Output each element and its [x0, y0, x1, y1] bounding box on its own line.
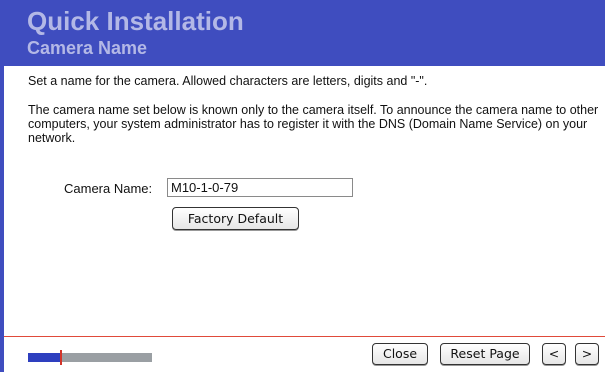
factory-default-button[interactable]: Factory Default [172, 207, 299, 230]
progress-fill [28, 353, 62, 362]
camera-name-label: Camera Name: [64, 181, 153, 196]
installation-wizard: Quick Installation Camera Name Set a nam… [0, 0, 605, 372]
reset-page-button[interactable]: Reset Page [440, 343, 530, 365]
instruction-text: Set a name for the camera. Allowed chara… [28, 74, 428, 88]
footer-separator [4, 336, 605, 337]
previous-button[interactable]: < [542, 343, 566, 365]
header-banner: Quick Installation Camera Name [4, 0, 605, 66]
camera-name-input[interactable] [167, 178, 353, 197]
dns-note-text: The camera name set below is known only … [28, 103, 599, 145]
next-button[interactable]: > [575, 343, 599, 365]
page-subtitle: Camera Name [27, 38, 148, 58]
content-area: Set a name for the camera. Allowed chara… [28, 74, 598, 145]
close-button[interactable]: Close [372, 343, 428, 365]
progress-bar [28, 350, 152, 365]
progress-marker [60, 350, 63, 365]
page-title: Quick Installation [27, 6, 244, 36]
